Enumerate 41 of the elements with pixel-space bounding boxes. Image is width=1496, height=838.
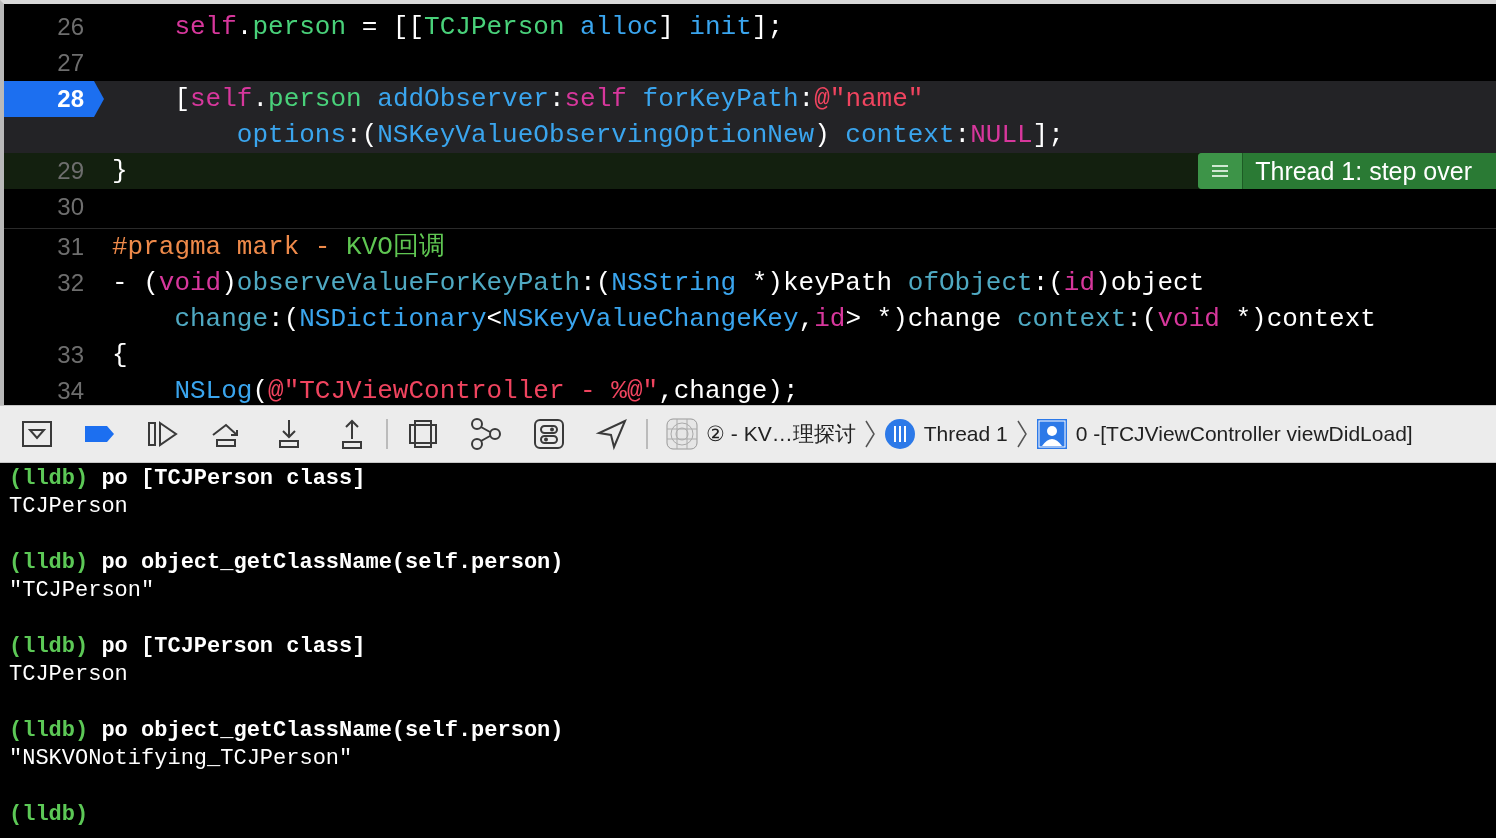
breadcrumb[interactable]: Thread 1 <box>923 418 1008 450</box>
code-line: #pragma mark - KVO回调 <box>112 231 445 264</box>
breakpoint-marker[interactable]: 28 <box>4 81 104 117</box>
thread-icon <box>883 418 916 450</box>
code-line: [self.person addObserver:self forKeyPath:@"name" <box>173 83 924 116</box>
chevron-icon <box>863 419 876 449</box>
code-line: - (void)observeValueForKeyPath:(NSString *)keyPath ofObject:(id)object <box>112 267 1205 300</box>
line-number: 26 <box>56 12 85 42</box>
line-number: 31 <box>56 232 85 262</box>
breadcrumb[interactable]: ② - KV…理探讨 <box>706 418 856 450</box>
console-output: "NSKVONotifying_TCJPerson" <box>9 745 354 773</box>
chevron-icon <box>1015 419 1028 449</box>
code-line: self.person = [[TCJPerson alloc] init]; <box>173 11 783 44</box>
console-output: TCJPerson <box>9 661 129 689</box>
memory-graph-icon[interactable] <box>469 417 503 451</box>
line-number: 32 <box>56 268 85 298</box>
line-number: 30 <box>56 192 85 222</box>
view-hierarchy-icon[interactable] <box>406 417 440 451</box>
code-line: change:(NSDictionary<NSKeyValueChangeKey,id> *)change context:(void *)context <box>173 303 1376 336</box>
user-frame-icon <box>1035 418 1068 450</box>
line-number: 34 <box>56 376 85 405</box>
menu-icon[interactable] <box>1211 164 1230 178</box>
console-line: (lldb) po [TCJPerson class] <box>9 465 367 493</box>
line-number: 33 <box>56 340 85 370</box>
console-line: (lldb) <box>9 801 90 829</box>
line-number: 29 <box>56 156 85 186</box>
console-output: TCJPerson <box>9 493 129 521</box>
console-line: (lldb) po [TCJPerson class] <box>9 633 367 661</box>
code-line: } <box>112 155 128 188</box>
console-line: (lldb) po object_getClassName(self.person) <box>9 549 565 577</box>
code-line: { <box>112 339 128 372</box>
code-line: NSLog(@"TCJViewController - %@",change); <box>173 375 799 405</box>
breadcrumb[interactable]: 0 -[TCJViewController viewDidLoad] <box>1075 418 1413 450</box>
code-line: options:(NSKeyValueObservingOptionNew) context:NULL]; <box>235 119 1064 152</box>
annotation-text: Thread 1: step over <box>1254 156 1473 187</box>
line-number: 27 <box>56 48 85 78</box>
console-output: "TCJPerson" <box>9 577 156 605</box>
environment-overrides-icon[interactable] <box>532 417 566 451</box>
location-icon[interactable] <box>595 417 629 451</box>
console-line: (lldb) po object_getClassName(self.person) <box>9 717 565 745</box>
app-icon <box>666 418 698 450</box>
